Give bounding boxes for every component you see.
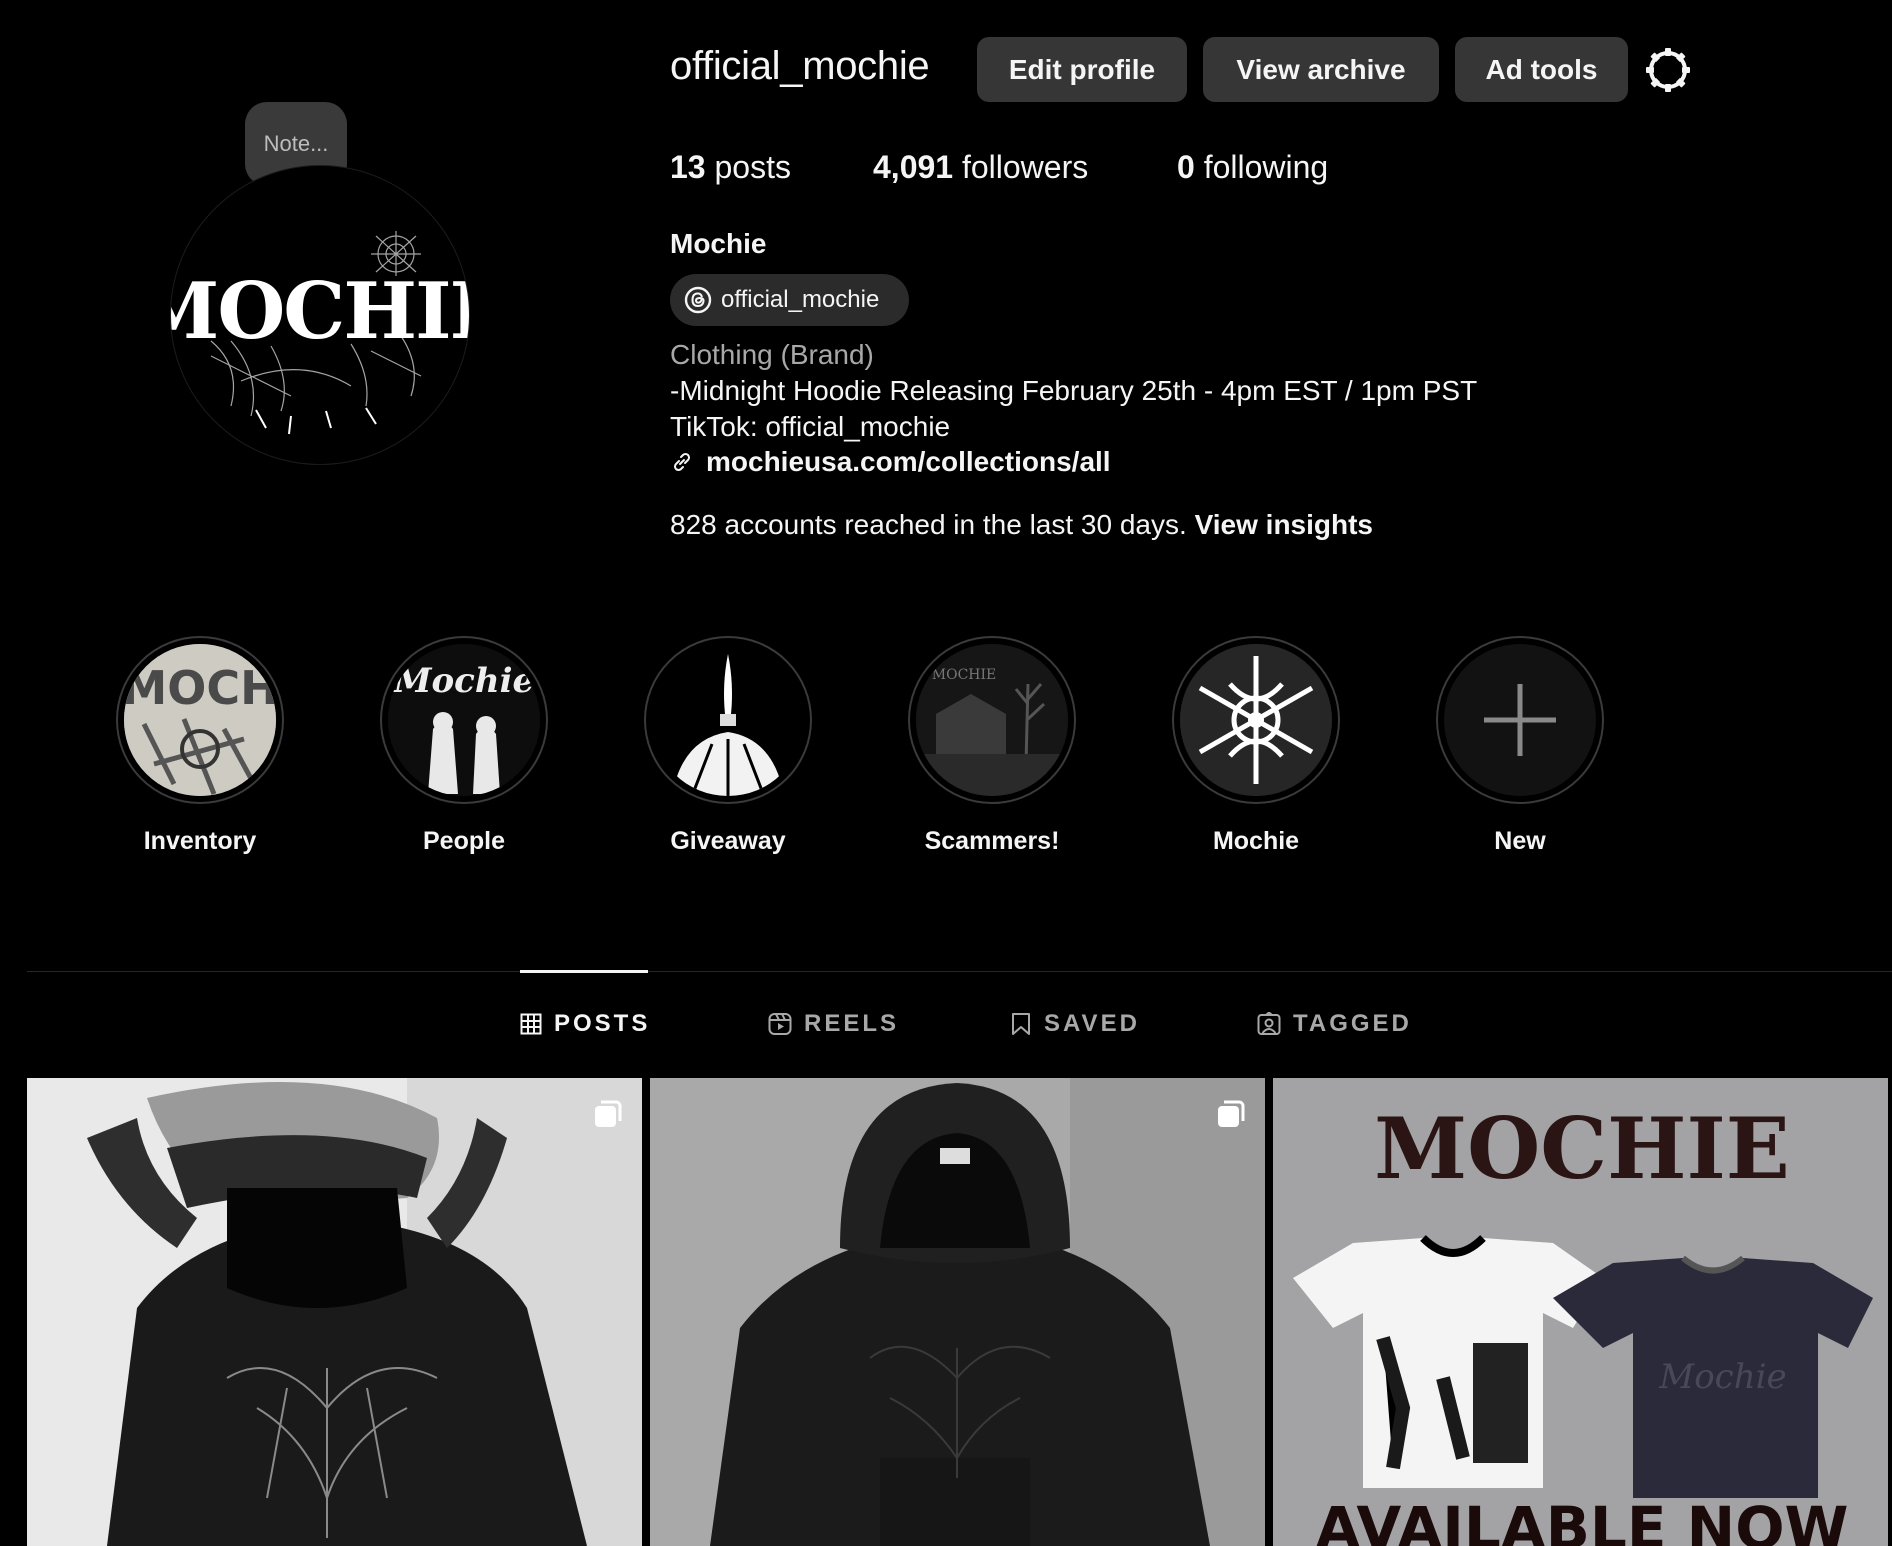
highlight-inventory[interactable]: MOCH Inventory	[115, 636, 285, 856]
highlight-new[interactable]: New	[1435, 636, 1605, 856]
highlight-people[interactable]: Mochie People	[379, 636, 549, 856]
mochie-emblem-cover-image	[1180, 644, 1332, 796]
tab-label: TAGGED	[1293, 1010, 1412, 1037]
highlight-scammers[interactable]: MOCHIE Scammers!	[907, 636, 1077, 856]
tab-label: POSTS	[554, 1010, 651, 1037]
followers-count[interactable]: 4,091 followers	[873, 149, 1088, 186]
link-icon	[673, 452, 691, 472]
posts-count-value: 13	[670, 149, 706, 185]
highlight-cover: Mochie	[388, 644, 540, 796]
edit-profile-button[interactable]: Edit profile	[977, 37, 1187, 102]
tabs-divider	[27, 971, 1892, 972]
posts-count-label: posts	[714, 149, 791, 185]
svg-text:MOCHIE: MOCHIE	[1374, 1099, 1790, 1198]
profile-page: Note... MOCHIE official_mochie Edit prof…	[0, 0, 1892, 1546]
following-count-value: 0	[1177, 149, 1195, 185]
ad-tools-button[interactable]: Ad tools	[1455, 37, 1628, 102]
highlight-ring: MOCHIE	[908, 636, 1076, 804]
bio-link[interactable]: mochieusa.com/collections/all	[670, 446, 1111, 478]
tab-label: REELS	[804, 1010, 900, 1037]
multiple-images-icon	[595, 1100, 622, 1127]
inventory-cover-image: MOCH	[124, 644, 276, 796]
reels-icon	[768, 1013, 792, 1035]
highlight-cover	[1180, 644, 1332, 796]
display-name: Mochie	[670, 228, 767, 259]
post-image-hoodie-model	[27, 1078, 642, 1546]
highlight-ring	[1172, 636, 1340, 804]
giveaway-cover-image	[652, 644, 804, 796]
highlight-ring	[644, 636, 812, 804]
view-insights-link[interactable]: View insights	[1195, 509, 1373, 540]
tab-saved[interactable]: SAVED	[1010, 1010, 1140, 1038]
followers-count-label: followers	[961, 149, 1089, 185]
svg-text:MOCH: MOCH	[124, 661, 276, 715]
highlight-label: New	[1494, 827, 1546, 855]
highlight-cover: MOCHIE	[916, 644, 1068, 796]
highlight-label: Mochie	[1212, 827, 1300, 855]
following-count-label: following	[1203, 149, 1329, 185]
highlight-cover	[1444, 644, 1596, 796]
bookmark-icon	[1012, 1013, 1030, 1035]
highlight-ring	[1436, 636, 1604, 804]
insights-summary: 828 accounts reached in the last 30 days…	[670, 509, 1373, 541]
posts-count: 13 posts	[670, 149, 791, 186]
threads-badge[interactable]: official_mochie	[670, 274, 909, 326]
post-tile[interactable]	[650, 1078, 1265, 1546]
threads-handle: official_mochie	[721, 286, 880, 313]
post-image-black-hoodie	[650, 1078, 1265, 1546]
note-placeholder: Note...	[263, 131, 329, 156]
highlight-cover	[652, 644, 804, 796]
people-cover-image: Mochie	[388, 644, 540, 796]
profile-avatar[interactable]: MOCHIE	[170, 165, 470, 465]
profile-category: Clothing (Brand)	[670, 339, 874, 370]
highlight-ring: MOCH	[116, 636, 284, 804]
svg-text:AVAILABLE NOW: AVAILABLE NOW	[1315, 1494, 1848, 1546]
highlight-label: Giveaway	[670, 827, 786, 855]
bio-link-text: mochieusa.com/collections/all	[706, 446, 1111, 477]
following-count[interactable]: 0 following	[1177, 149, 1328, 186]
view-archive-button[interactable]: View archive	[1203, 37, 1439, 102]
highlight-giveaway[interactable]: Giveaway	[643, 636, 813, 856]
avatar-image: MOCHIE	[170, 165, 470, 465]
scammers-cover-image: MOCHIE	[916, 644, 1068, 796]
post-tile[interactable]	[27, 1078, 642, 1546]
grid-icon	[520, 1013, 542, 1035]
highlight-label: Scammers!	[924, 827, 1060, 855]
plus-icon	[1484, 684, 1556, 756]
svg-text:MOCHIE: MOCHIE	[932, 667, 996, 683]
post-tile[interactable]: MOCHIE Mochie AVAILABLE NOW	[1273, 1078, 1888, 1546]
multiple-images-icon	[1218, 1100, 1245, 1127]
insights-text: 828 accounts reached in the last 30 days…	[670, 509, 1187, 540]
highlight-label: Inventory	[143, 827, 257, 855]
active-tab-indicator	[520, 970, 648, 973]
settings-gear-icon[interactable]	[1645, 47, 1691, 93]
profile-username: official_mochie	[670, 44, 930, 88]
svg-text:Mochie: Mochie	[1658, 1357, 1786, 1397]
highlight-label: People	[423, 827, 505, 855]
followers-count-value: 4,091	[873, 149, 954, 185]
svg-text:MOCHIE: MOCHIE	[171, 266, 469, 357]
tagged-person-icon	[1257, 1012, 1281, 1035]
bio-line-2: TikTok: official_mochie	[670, 411, 951, 442]
tab-posts[interactable]: POSTS	[520, 1010, 650, 1038]
highlight-mochie[interactable]: Mochie	[1171, 636, 1341, 856]
svg-text:Mochie: Mochie	[393, 661, 534, 701]
highlight-cover: MOCH	[124, 644, 276, 796]
tab-reels[interactable]: REELS	[768, 1010, 899, 1038]
tab-tagged[interactable]: TAGGED	[1257, 1010, 1412, 1038]
bio-line-1: -Midnight Hoodie Releasing February 25th…	[670, 375, 1478, 406]
tab-label: SAVED	[1044, 1010, 1140, 1037]
highlight-ring: Mochie	[380, 636, 548, 804]
post-image-available-now: MOCHIE Mochie AVAILABLE NOW	[1273, 1078, 1888, 1546]
threads-icon	[684, 286, 712, 314]
mochie-logo: MOCHIE	[171, 231, 469, 435]
